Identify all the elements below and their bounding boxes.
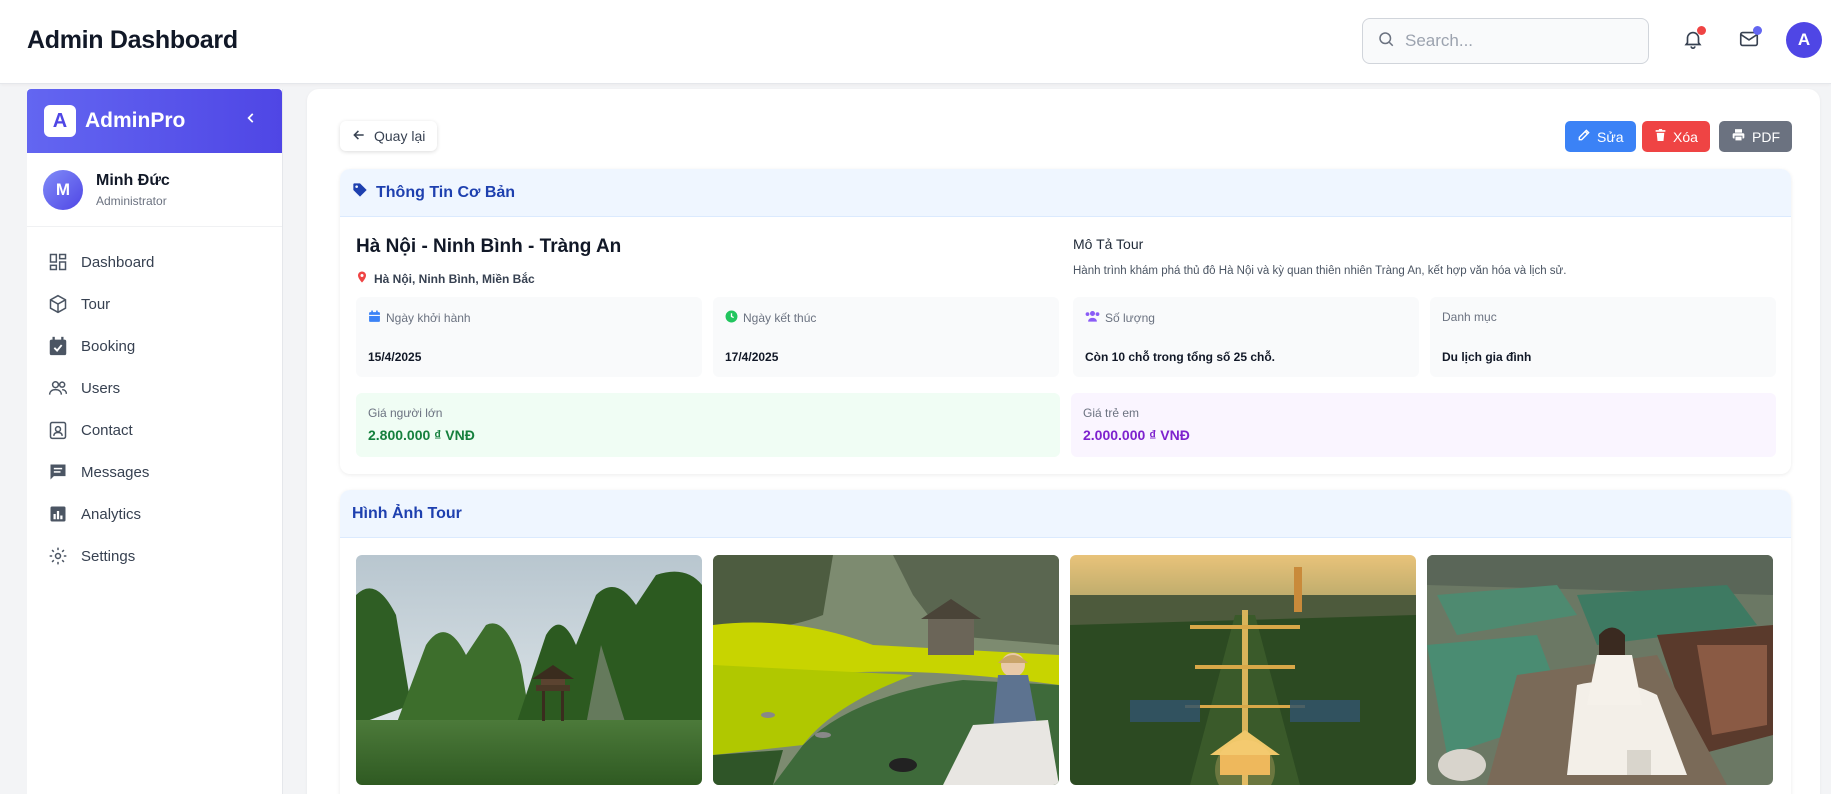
messages-button[interactable]: [1734, 26, 1764, 56]
sidebar-item-label: Tour: [81, 295, 111, 313]
chevron-left-icon[interactable]: [244, 111, 258, 130]
calendar-check-icon: [47, 335, 69, 357]
end-date-value: 17/4/2025: [725, 350, 779, 364]
sidebar-item-users[interactable]: Users: [27, 367, 282, 409]
tag-icon: [352, 182, 368, 203]
page-title: Admin Dashboard: [27, 26, 238, 54]
user-avatar[interactable]: A: [1786, 22, 1822, 58]
sidebar-item-label: Settings: [81, 547, 136, 565]
sidebar-item-booking[interactable]: Booking: [27, 325, 282, 367]
printer-icon: [1731, 128, 1746, 145]
child-price-value: 2.000.000 ₫ VNĐ: [1083, 427, 1190, 443]
trash-icon: [1654, 128, 1667, 145]
sidebar-item-label: Analytics: [81, 505, 142, 523]
edit-icon: [1577, 128, 1591, 145]
location-text: Hà Nội, Ninh Bình, Miền Bắc: [374, 271, 535, 286]
settings-icon: [47, 545, 69, 567]
users-icon: [1085, 310, 1100, 325]
category-value: Du lịch gia đình: [1442, 350, 1532, 364]
box-icon: [47, 293, 69, 315]
notification-dot: [1697, 26, 1706, 35]
search-icon: [1377, 30, 1395, 53]
search-input[interactable]: [1405, 31, 1625, 51]
tour-photo[interactable]: [713, 555, 1059, 785]
clock-icon: [725, 310, 738, 326]
quantity-value: Còn 10 chỗ trong tổng số 25 chỗ.: [1085, 350, 1276, 364]
sidebar-item-analytics[interactable]: Analytics: [27, 493, 282, 535]
basic-info-section: Thông Tin Cơ Bản Hà Nội - Ninh Bình - Tr…: [340, 169, 1791, 474]
section-title: Hình Ảnh Tour: [352, 504, 462, 522]
analytics-icon: [47, 503, 69, 525]
sidebar: A AdminPro M Minh Đức Administrator Dash…: [27, 89, 283, 794]
category-box: Danh mục Du lịch gia đình: [1430, 297, 1776, 377]
category-label: Danh mục: [1442, 310, 1497, 324]
top-header: Admin Dashboard A: [0, 0, 1831, 84]
sidebar-item-messages[interactable]: Messages: [27, 451, 282, 493]
section-title: Thông Tin Cơ Bản: [376, 183, 516, 201]
gallery-section: Hình Ảnh Tour: [340, 490, 1791, 794]
sidebar-user: M Minh Đức Administrator: [27, 153, 282, 227]
tour-photo[interactable]: [356, 555, 702, 785]
description-text: Hành trình khám phá thủ đô Hà Nội và kỳ …: [1073, 265, 1567, 277]
brand-logo: A: [44, 105, 76, 137]
pdf-button[interactable]: PDF: [1719, 121, 1792, 152]
avatar: M: [43, 169, 83, 210]
sidebar-item-tour[interactable]: Tour: [27, 283, 282, 325]
end-date-box: Ngày kết thúc 17/4/2025: [713, 297, 1059, 377]
child-price-label: Giá trẻ em: [1083, 406, 1140, 420]
map-pin-icon: [356, 270, 368, 287]
tour-location: Hà Nội, Ninh Bình, Miền Bắc: [356, 270, 535, 287]
adult-price-value: 2.800.000 ₫ VNĐ: [368, 427, 475, 443]
edit-button[interactable]: Sửa: [1565, 121, 1636, 152]
description-title: Mô Tả Tour: [1073, 236, 1144, 252]
pdf-label: PDF: [1752, 128, 1780, 145]
sidebar-item-contact[interactable]: Contact: [27, 409, 282, 451]
users-icon: [47, 377, 69, 399]
section-header: Thông Tin Cơ Bản: [340, 169, 1791, 217]
tour-photo[interactable]: [1427, 555, 1773, 785]
tour-photo[interactable]: [1070, 555, 1416, 785]
delete-label: Xóa: [1673, 128, 1698, 145]
sidebar-item-label: Contact: [81, 421, 133, 439]
start-date-box: Ngày khởi hành 15/4/2025: [356, 297, 702, 377]
adult-price-label: Giá người lớn: [368, 406, 443, 420]
mail-dot: [1753, 26, 1762, 35]
quantity-label: Số lượng: [1105, 310, 1155, 325]
quantity-box: Số lượng Còn 10 chỗ trong tổng số 25 chỗ…: [1073, 297, 1419, 377]
sidebar-item-settings[interactable]: Settings: [27, 535, 282, 577]
edit-label: Sửa: [1597, 128, 1624, 145]
main-content: Quay lại Sửa Xóa PDF Thông Tin Cơ Bản Hà…: [307, 89, 1820, 794]
arrow-left-icon: [352, 128, 366, 145]
gallery-row: [356, 555, 1773, 785]
start-date-value: 15/4/2025: [368, 350, 422, 364]
adult-price-box: Giá người lớn 2.800.000 ₫ VNĐ: [356, 393, 1060, 457]
user-role: Administrator: [96, 193, 167, 208]
child-price-box: Giá trẻ em 2.000.000 ₫ VNĐ: [1071, 393, 1776, 457]
calendar-icon: [368, 310, 381, 326]
sidebar-item-label: Messages: [81, 463, 150, 481]
tour-name: Hà Nội - Ninh Bình - Tràng An: [356, 236, 622, 257]
sidebar-item-dashboard[interactable]: Dashboard: [27, 241, 282, 283]
sidebar-item-label: Users: [81, 379, 121, 397]
delete-button[interactable]: Xóa: [1642, 121, 1710, 152]
user-name: Minh Đức: [96, 171, 170, 189]
search-box[interactable]: [1362, 18, 1649, 64]
section-header: Hình Ảnh Tour: [340, 490, 1791, 538]
end-date-label: Ngày kết thúc: [743, 311, 817, 325]
start-date-label: Ngày khởi hành: [386, 311, 471, 325]
brand-bar: A AdminPro: [27, 89, 282, 153]
sidebar-nav: Dashboard Tour Booking Users Contact Mes…: [27, 227, 282, 577]
dashboard-icon: [47, 251, 69, 273]
messages-icon: [47, 461, 69, 483]
brand-name: AdminPro: [85, 109, 186, 132]
back-button[interactable]: Quay lại: [340, 121, 438, 151]
back-label: Quay lại: [374, 128, 426, 144]
sidebar-item-label: Dashboard: [81, 253, 155, 271]
notifications-button[interactable]: [1678, 26, 1708, 56]
sidebar-item-label: Booking: [81, 337, 136, 355]
contact-icon: [47, 419, 69, 441]
